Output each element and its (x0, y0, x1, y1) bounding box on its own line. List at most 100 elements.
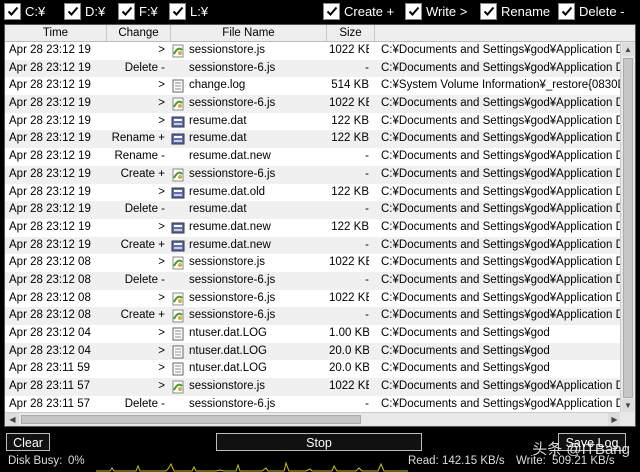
table-row[interactable]: Apr 28 23:12 08 Create + sessionstore-6.js… (5, 307, 622, 325)
watermark: 头条 @ITBang (532, 441, 630, 458)
table-row[interactable]: Apr 28 23:12 19 > resume.dat 122 KB C:¥Docum… (5, 113, 622, 131)
row-file-name: sessionstore-6.js (189, 273, 276, 286)
row-file-name: sessionstore-6.js (189, 167, 276, 180)
row-file-name: sessionstore.js (189, 44, 266, 56)
scrollbar-corner (620, 412, 635, 426)
table-row[interactable]: Apr 28 23:12 04 > ntuser.dat.LOG 20.0 KB C:¥… (5, 342, 622, 361)
table-row[interactable]: Apr 28 23:12 19 Delete - resume.dat - C:¥Doc… (5, 201, 622, 219)
drive-l-checkbox[interactable]: L:¥ (169, 2, 208, 20)
column-header-file-name[interactable]: File Name (171, 25, 327, 41)
row-size: 122 KB (331, 185, 369, 198)
dat-file-icon (171, 239, 187, 253)
row-file-name: resume.dat (189, 203, 247, 216)
scroll-up-icon[interactable]: ▲ (622, 43, 634, 56)
clear-button[interactable]: Clear (6, 433, 50, 451)
js-file-icon (171, 380, 187, 394)
drive-f-checkbox[interactable]: F:¥ (118, 2, 158, 20)
row-path: C:¥Documents and Settings¥god¥Applicatio… (381, 273, 622, 286)
dat-file-icon (171, 115, 187, 129)
table-row[interactable]: Apr 28 23:12 19 > change.log 514 KB C:¥Syste… (5, 77, 622, 95)
rename-filter-checkbox[interactable]: Rename (480, 2, 550, 20)
row-size: 122 KB (331, 220, 369, 233)
row-path: C:¥Documents and Settings¥god¥Applicatio… (381, 132, 622, 145)
column-header-size[interactable]: Size (327, 25, 375, 41)
row-file-name: resume.dat.new (189, 220, 271, 233)
table-row[interactable]: Apr 28 23:12 08 Delete - sessionstore-6.js… (5, 271, 622, 290)
table-row[interactable]: Apr 28 23:12 04 > ntuser.dat.LOG 1.00 KB C:¥… (5, 325, 622, 343)
js-file-icon (171, 97, 187, 111)
delete-filter-checkbox[interactable]: Delete - (558, 2, 625, 20)
table-row[interactable]: Apr 28 23:12 19 Rename - resume.dat.new - C:… (5, 148, 622, 166)
row-path: C:¥Documents and Settings¥god¥Applicatio… (381, 185, 622, 198)
row-change: Rename + (111, 132, 165, 145)
row-time: Apr 28 23:12 04 (9, 344, 91, 357)
table-row[interactable]: Apr 28 23:12 19 > sessionstore-6.js 1022 KB… (5, 95, 622, 113)
row-time: Apr 28 23:12 19 (9, 61, 91, 74)
row-path: C:¥Documents and Settings¥god¥Applicatio… (381, 380, 622, 393)
drive-c-checkbox[interactable]: C:¥ (4, 2, 45, 20)
row-time: Apr 28 23:12 19 (9, 185, 91, 198)
table-row[interactable]: Apr 28 23:11 59 > ntuser.dat.LOG 20.0 KB C:¥… (5, 360, 622, 378)
scroll-left-icon[interactable]: ◀ (6, 413, 19, 426)
checkmark-icon (118, 2, 135, 20)
row-time: Apr 28 23:12 08 (9, 256, 91, 269)
table-row[interactable]: Apr 28 23:12 08 > sessionstore-6.js 1022 KB… (5, 290, 622, 308)
drive-d-checkbox[interactable]: D:¥ (64, 2, 105, 20)
row-size: 1022 KB (329, 380, 369, 393)
checkmark-icon (323, 2, 340, 20)
column-header-path[interactable] (375, 25, 635, 41)
row-path: C:¥Documents and Settings¥god¥Applicatio… (381, 44, 622, 56)
table-row[interactable]: Apr 28 23:12 19 > sessionstore.js 1022 KB C:… (5, 42, 622, 60)
table-row[interactable]: Apr 28 23:12 19 Delete - sessionstore-6.js… (5, 59, 622, 78)
row-size: 1022 KB (329, 44, 369, 56)
row-change: Create + (120, 309, 165, 322)
dat-file-icon (171, 132, 187, 146)
checkmark-icon (405, 2, 422, 20)
table-row[interactable]: Apr 28 23:12 19 Create + sessionstore-6.js… (5, 165, 622, 184)
table-row[interactable]: Apr 28 23:12 19 Rename + resume.dat 122 KB C… (5, 130, 622, 149)
row-change: Delete - (124, 203, 165, 216)
js-file-icon (171, 44, 187, 58)
table-row[interactable]: Apr 28 23:12 19 > resume.dat.new 122 KB C:¥D… (5, 219, 622, 237)
table-row[interactable]: Apr 28 23:11 57 Delete - sessionstore-6.js… (5, 396, 622, 413)
file-activity-list[interactable]: Time Change File Name Size Apr 28 23:12 … (4, 24, 636, 427)
vertical-scrollbar[interactable]: ▲ ▼ (620, 42, 635, 413)
row-size: - (365, 309, 369, 322)
js-file-icon (171, 309, 187, 323)
row-time: Apr 28 23:12 19 (9, 44, 91, 56)
horizontal-scroll-thumb[interactable] (21, 415, 361, 424)
row-time: Apr 28 23:12 19 (9, 114, 91, 127)
row-path: C:¥Documents and Settings¥god¥Applicatio… (381, 61, 622, 74)
row-size: 20.0 KB (329, 362, 369, 375)
table-row[interactable]: Apr 28 23:12 08 > sessionstore.js 1022 KB C:… (5, 254, 622, 272)
table-row[interactable]: Apr 28 23:12 19 Create + resume.dat.new - C:… (5, 236, 622, 255)
log-file-icon (171, 327, 187, 341)
row-size: 1022 KB (329, 97, 369, 110)
row-change: > (158, 114, 165, 127)
row-size: - (365, 150, 369, 163)
row-file-name: sessionstore-6.js (189, 61, 276, 74)
horizontal-scrollbar[interactable]: ◀ ▶ (5, 412, 622, 426)
write-filter-checkbox[interactable]: Write > (405, 2, 467, 20)
row-time: Apr 28 23:12 19 (9, 220, 91, 233)
stop-button[interactable]: Stop (216, 433, 422, 451)
row-change: > (158, 291, 165, 304)
row-file-name: sessionstore.js (189, 380, 266, 393)
row-path: C:¥Documents and Settings¥god¥Applicatio… (381, 238, 622, 251)
js-file-icon (171, 256, 187, 270)
log-file-icon (171, 345, 187, 359)
drive-f-label: F:¥ (139, 3, 158, 19)
column-header-change[interactable]: Change (107, 25, 171, 41)
row-change: > (158, 256, 165, 269)
row-change: Delete - (124, 273, 165, 286)
table-row[interactable]: Apr 28 23:11 57 > sessionstore.js 1022 KB C:… (5, 378, 622, 396)
row-file-name: resume.dat.new (189, 150, 271, 163)
column-header-time[interactable]: Time (5, 25, 107, 41)
scroll-down-icon[interactable]: ▼ (622, 399, 634, 412)
create-filter-checkbox[interactable]: Create + (323, 2, 394, 20)
table-row[interactable]: Apr 28 23:12 19 > resume.dat.old 122 KB C:¥D… (5, 184, 622, 202)
rename-filter-label: Rename (501, 3, 551, 19)
row-file-name: sessionstore-6.js (189, 397, 276, 410)
row-path: C:¥Documents and Settings¥god (381, 362, 550, 375)
vertical-scroll-thumb[interactable] (623, 58, 633, 398)
